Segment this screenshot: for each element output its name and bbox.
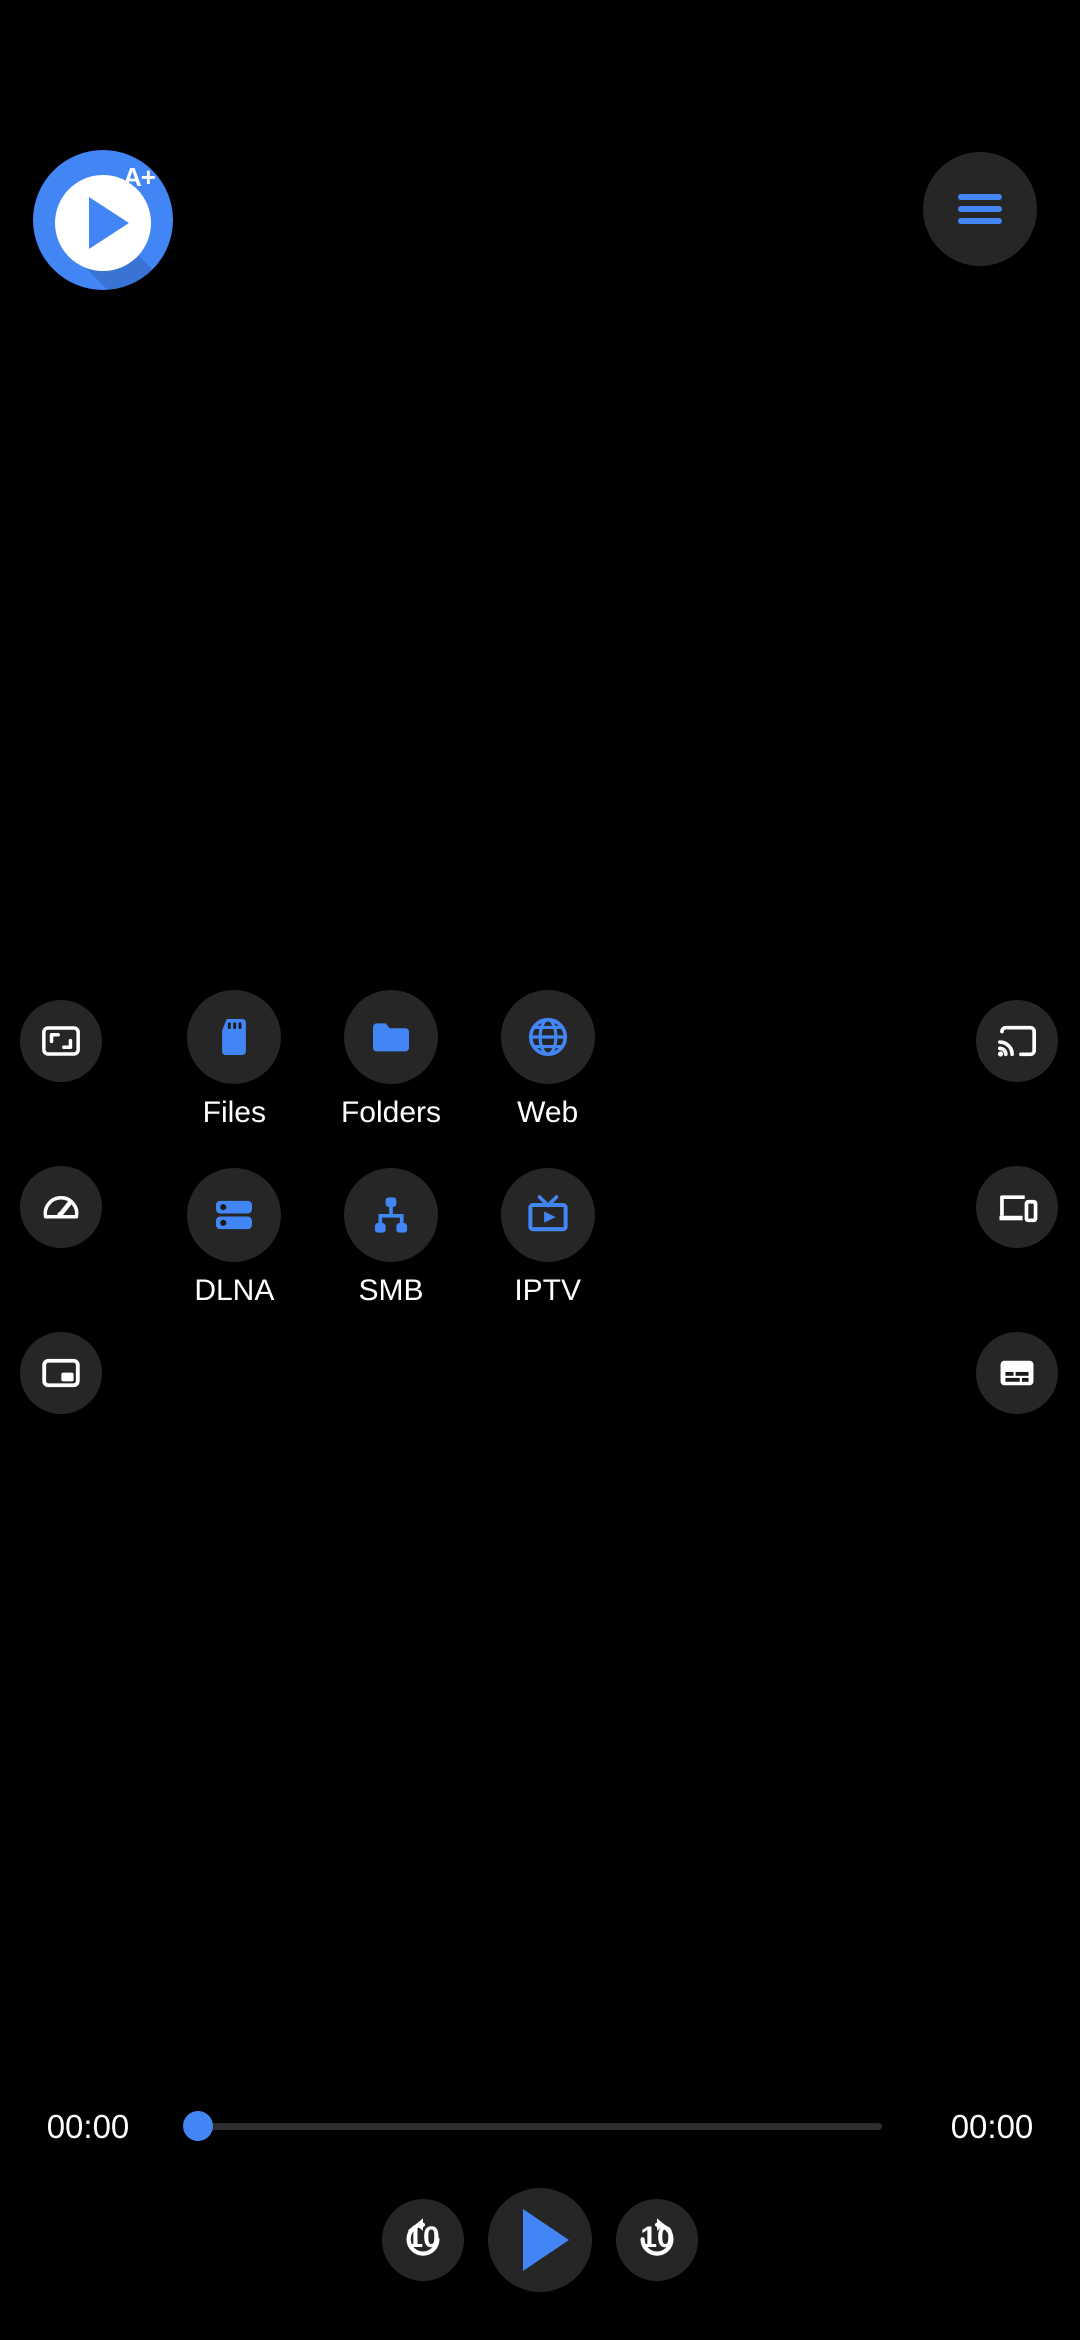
player-bottom-bar: 00:00 00:00 10 10 [0, 2030, 1080, 2340]
playback-speed-icon [40, 1186, 82, 1228]
source-item-label: Files [202, 1096, 266, 1129]
network-tree-icon [368, 1192, 414, 1238]
hamburger-menu-button[interactable] [923, 152, 1037, 266]
video-player-screen: A+ Files Folders Web DLNA SMB IPTV 00:00… [0, 0, 1080, 2340]
play-pause-button[interactable] [488, 2188, 592, 2292]
svg-text:10: 10 [640, 2221, 673, 2254]
top-bar: A+ [0, 0, 1080, 300]
subtitles-icon [996, 1352, 1038, 1394]
server-icon [211, 1192, 257, 1238]
globe-icon [525, 1014, 571, 1060]
tv-play-icon [525, 1192, 571, 1238]
source-item-files[interactable]: Files [156, 990, 313, 1128]
source-grid-row: DLNA SMB IPTV [156, 1168, 626, 1306]
picture-in-picture-button[interactable] [20, 1332, 102, 1414]
left-control-rail [20, 1000, 102, 1414]
svg-text:10: 10 [406, 2221, 439, 2254]
cast-button[interactable] [976, 1000, 1058, 1082]
right-control-rail [976, 1000, 1058, 1414]
aspect-ratio-button[interactable] [20, 1000, 102, 1082]
current-time-label: 00:00 [46, 2107, 130, 2145]
playback-speed-button[interactable] [20, 1166, 102, 1248]
transport-controls: 10 10 [0, 2188, 1080, 2292]
logo-play-triangle-icon [88, 196, 129, 249]
dlna-icon-circle[interactable] [187, 1168, 282, 1262]
folders-icon-circle[interactable] [344, 990, 438, 1084]
devices-icon [996, 1186, 1038, 1228]
seek-row: 00:00 00:00 [0, 2108, 1080, 2144]
picture-in-picture-icon [40, 1352, 82, 1394]
forward-10-button[interactable]: 10 [616, 2199, 698, 2281]
source-item-label: Web [517, 1096, 579, 1129]
seek-track[interactable] [198, 2122, 882, 2130]
source-item-folders[interactable]: Folders [313, 990, 470, 1128]
logo-badge-text: A+ [123, 162, 156, 192]
source-item-iptv[interactable]: IPTV [469, 1168, 626, 1306]
source-item-smb[interactable]: SMB [313, 1168, 470, 1306]
total-time-label: 00:00 [950, 2107, 1034, 2145]
app-logo: A+ [33, 150, 173, 290]
seek-bar[interactable] [180, 2108, 900, 2144]
rewind-10-button[interactable]: 10 [382, 2199, 464, 2281]
source-grid: Files Folders Web DLNA SMB IPTV [156, 990, 626, 1306]
source-item-label: SMB [358, 1274, 424, 1307]
subtitles-button[interactable] [976, 1332, 1058, 1414]
hamburger-menu-icon [958, 188, 1002, 230]
source-item-label: Folders [340, 1096, 442, 1129]
source-item-label: DLNA [194, 1274, 275, 1307]
cast-icon [996, 1020, 1038, 1062]
aspect-ratio-icon [40, 1020, 82, 1062]
source-grid-row: Files Folders Web [156, 990, 626, 1128]
devices-button[interactable] [976, 1166, 1058, 1248]
web-icon-circle[interactable] [500, 990, 595, 1084]
replay-10-icon: 10 [399, 2214, 447, 2267]
source-item-web[interactable]: Web [469, 990, 626, 1128]
play-icon [523, 2209, 569, 2271]
source-item-dlna[interactable]: DLNA [156, 1168, 313, 1306]
smb-icon-circle[interactable] [344, 1168, 438, 1262]
sd-card-icon [211, 1014, 257, 1060]
iptv-icon-circle[interactable] [500, 1168, 595, 1262]
files-icon-circle[interactable] [187, 990, 282, 1084]
forward-10-icon: 10 [633, 2214, 681, 2267]
source-item-label: IPTV [514, 1274, 582, 1307]
seek-thumb[interactable] [183, 2111, 213, 2141]
folder-icon [367, 1013, 415, 1061]
